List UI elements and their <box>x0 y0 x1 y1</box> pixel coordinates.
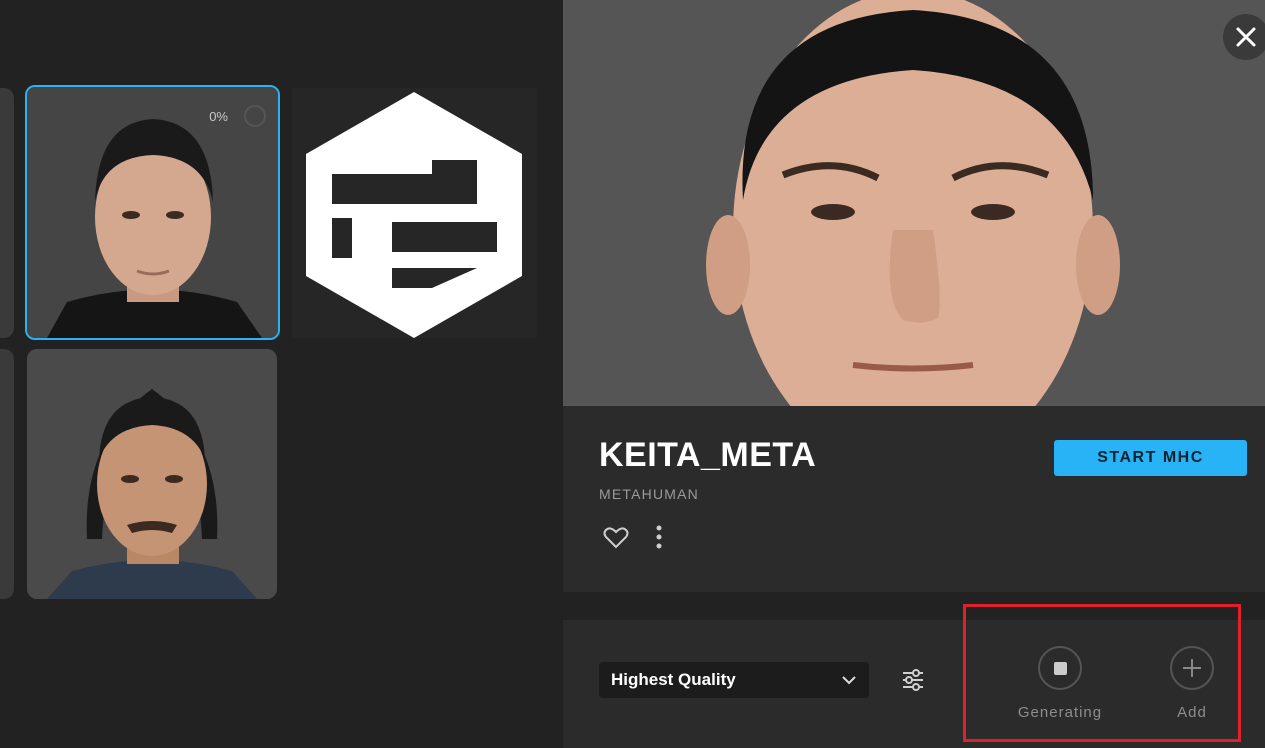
portrait-thumbnail <box>27 87 278 338</box>
stop-icon <box>1038 646 1082 690</box>
preview-image <box>563 0 1265 406</box>
chevron-down-icon <box>842 676 856 685</box>
close-button[interactable] <box>1223 14 1265 60</box>
quality-dropdown[interactable]: Highest Quality <box>599 662 869 698</box>
sliders-icon[interactable] <box>901 668 925 692</box>
generating-button[interactable]: Generating <box>1010 646 1110 721</box>
add-button[interactable]: Add <box>1142 646 1242 721</box>
progress-percent: 0% <box>209 109 228 124</box>
asset-info: KEITA_META METAHUMAN START MHC <box>563 406 1265 592</box>
progress-ring-icon <box>244 105 266 127</box>
export-bar: Highest Quality Generating Add <box>563 620 1265 748</box>
asset-library-grid: 0% <box>0 0 563 748</box>
brand-logo <box>292 88 537 338</box>
asset-tile-partial[interactable] <box>0 88 14 338</box>
quality-selected: Highest Quality <box>611 670 736 689</box>
heart-icon[interactable] <box>603 526 629 550</box>
asset-type: METAHUMAN <box>599 486 699 502</box>
start-mhc-button[interactable]: START MHC <box>1054 440 1247 476</box>
vertical-dots-icon[interactable] <box>655 524 663 550</box>
add-label: Add <box>1177 704 1207 721</box>
section-divider <box>563 592 1265 620</box>
asset-name: KEITA_META <box>599 436 817 474</box>
close-icon <box>1236 27 1256 47</box>
portrait-thumbnail <box>27 349 277 599</box>
plus-icon <box>1170 646 1214 690</box>
asset-tile-partial[interactable] <box>0 349 14 599</box>
generating-label: Generating <box>1017 704 1103 721</box>
detail-panel: KEITA_META METAHUMAN START MHC Highest Q… <box>563 0 1265 748</box>
asset-tile-selected[interactable]: 0% <box>25 85 280 340</box>
asset-tile[interactable] <box>27 349 277 599</box>
